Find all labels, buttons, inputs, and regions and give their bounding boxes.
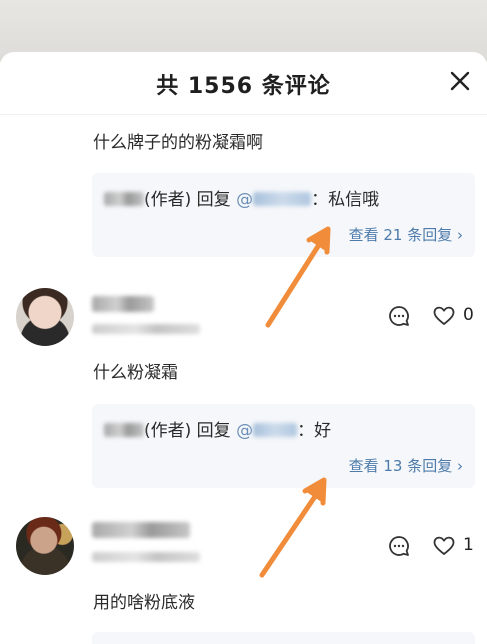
sheet-header: 共 1556 条评论 — [0, 52, 487, 115]
close-icon — [450, 71, 470, 91]
reply-content: ：好 — [297, 421, 332, 441]
blurred-comment-meta — [92, 324, 200, 334]
comment-bubble-icon — [389, 536, 409, 556]
avatar[interactable] — [16, 288, 74, 346]
like-button[interactable] — [431, 533, 457, 559]
comment-text: 用的啥粉底液 — [93, 593, 195, 613]
heart-icon — [433, 306, 455, 325]
reply-content: ：私信哦 — [311, 190, 380, 210]
comment-count-title: 共 1556 条评论 — [156, 74, 331, 99]
view-more-replies-link[interactable]: 查看 13 条回复 › — [349, 455, 463, 476]
reply-button[interactable] — [386, 303, 412, 329]
reply-verb: 回复 — [191, 421, 237, 441]
mention-at[interactable]: @ — [236, 421, 253, 441]
close-button[interactable] — [445, 66, 475, 96]
view-more-replies-link[interactable]: 查看 21 条回复 › — [349, 224, 463, 245]
mention-at[interactable]: @ — [236, 190, 253, 210]
reply-verb: 回复 — [191, 190, 237, 210]
comment-bubble-icon — [389, 306, 409, 326]
comment-text: 什么牌子的的粉凝霜啊 — [93, 133, 263, 153]
reply-button[interactable] — [386, 533, 412, 559]
like-count: 0 — [463, 305, 474, 325]
blurred-comment-meta — [92, 552, 200, 562]
blurred-author-name — [104, 423, 144, 437]
reply-preview: (作者) 回复 @ ：私信哦 — [104, 185, 379, 210]
blurred-author-name — [104, 192, 144, 206]
blurred-mention-name — [253, 423, 298, 437]
heart-icon — [433, 536, 455, 555]
reply-preview: (作者) 回复 @ ：好 — [104, 416, 331, 441]
blurred-username[interactable] — [92, 522, 190, 538]
reply-card-partial — [92, 632, 475, 644]
author-tag: (作者) — [144, 190, 192, 210]
like-count: 1 — [463, 535, 474, 555]
comment-text: 什么粉凝霜 — [93, 363, 178, 383]
reply-card[interactable]: (作者) 回复 @ ：好 查看 13 条回复 › — [92, 404, 475, 488]
author-tag: (作者) — [144, 421, 192, 441]
blurred-username[interactable] — [92, 296, 154, 312]
like-button[interactable] — [431, 303, 457, 329]
avatar[interactable] — [16, 517, 74, 575]
reply-card[interactable]: (作者) 回复 @ ：私信哦 查看 21 条回复 › — [92, 173, 475, 257]
blurred-mention-name — [253, 192, 312, 206]
